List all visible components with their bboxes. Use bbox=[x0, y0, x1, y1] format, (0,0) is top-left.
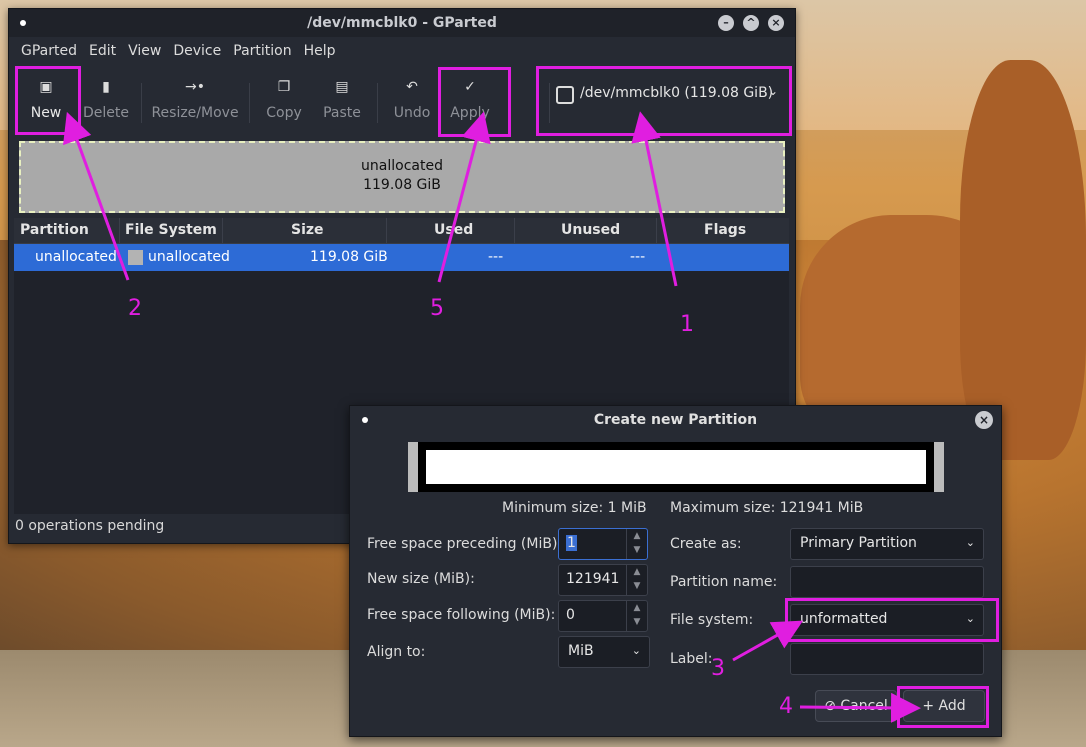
annotation-number-3: 3 bbox=[711, 656, 725, 681]
annotation-number-1: 1 bbox=[680, 312, 694, 337]
arrow-5 bbox=[437, 111, 491, 283]
annotation-number-2: 2 bbox=[128, 296, 142, 321]
annotation-number-4: 4 bbox=[779, 694, 793, 719]
arrow-2 bbox=[63, 111, 130, 281]
arrow-3 bbox=[732, 620, 804, 662]
arrow-4 bbox=[799, 692, 921, 723]
annotation-arrows bbox=[63, 111, 921, 723]
arrow-1 bbox=[631, 111, 678, 287]
annotation-number-5: 5 bbox=[430, 296, 444, 321]
